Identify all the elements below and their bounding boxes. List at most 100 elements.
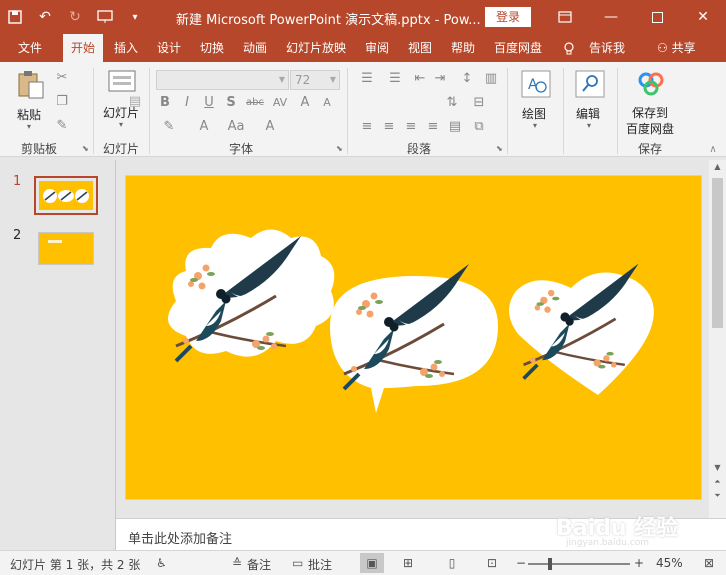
collapse-ribbon-icon[interactable]: ∧ — [706, 142, 720, 158]
bold-icon[interactable]: B — [158, 95, 172, 111]
tab-insert[interactable]: 插入 — [114, 34, 138, 62]
italic-icon[interactable]: I — [180, 95, 194, 111]
font-name-combo[interactable]: ▼ — [156, 70, 289, 90]
ribbon-display-options-icon[interactable] — [542, 0, 588, 34]
zoom-level[interactable]: 45% — [656, 556, 683, 570]
paste-dropdown-icon[interactable]: ▾ — [27, 122, 31, 131]
scroll-up-icon[interactable]: ▲ — [709, 162, 726, 171]
normal-view-icon[interactable]: ▣ — [360, 553, 384, 573]
font-launcher-icon[interactable]: ⬊ — [336, 144, 343, 153]
speech-bubble-shape-image[interactable] — [330, 262, 498, 413]
copy-icon[interactable]: ❐ — [54, 94, 70, 110]
text-direction-icon[interactable]: ⇅ — [443, 95, 461, 111]
tab-baidu-netdisk[interactable]: 百度网盘 — [494, 34, 542, 62]
editing-button[interactable]: 编辑 ▾ — [570, 70, 610, 134]
distributed-icon[interactable]: ▤ — [446, 119, 464, 135]
new-slide-icon — [108, 70, 136, 92]
tab-transitions[interactable]: 切换 — [200, 34, 224, 62]
drawing-button[interactable]: A 绘图 ▾ — [515, 70, 557, 134]
tab-animations[interactable]: 动画 — [243, 34, 267, 62]
minimize-icon[interactable]: — — [588, 0, 634, 34]
font-size-combo[interactable]: 72 ▼ — [290, 70, 340, 90]
align-center-icon[interactable]: ≡ — [380, 119, 398, 135]
save-to-baidu-button[interactable]: 保存到 百度网盘 — [622, 70, 680, 136]
window-title: 新建 Microsoft PowerPoint 演示文稿.pptx - Pow.… — [176, 13, 481, 28]
slide-thumbnail-2[interactable] — [38, 232, 94, 265]
format-painter-icon[interactable]: ✎ — [54, 118, 70, 134]
tab-file[interactable]: 文件 — [18, 34, 42, 62]
clear-formatting-icon[interactable]: A — [262, 119, 278, 135]
font-color-icon[interactable]: A — [194, 119, 214, 135]
clipboard-launcher-icon[interactable]: ⬊ — [82, 144, 89, 153]
justify-icon[interactable]: ≡ — [424, 119, 442, 135]
scroll-down-icon[interactable]: ▼ — [709, 463, 726, 472]
reading-view-icon[interactable]: ▯ — [440, 553, 464, 573]
redo-icon[interactable]: ↻ — [60, 0, 90, 34]
increase-indent-icon[interactable]: ⇥ — [432, 71, 448, 87]
smartart-icon[interactable]: ⧉ — [470, 119, 488, 135]
align-text-icon[interactable]: ⊟ — [470, 95, 488, 111]
editing-dropdown-icon[interactable]: ▾ — [587, 121, 591, 130]
comments-button[interactable]: 批注 — [308, 556, 332, 573]
tab-review[interactable]: 审阅 — [365, 34, 389, 62]
align-right-icon[interactable]: ≡ — [402, 119, 420, 135]
zoom-out-button[interactable]: − — [516, 556, 526, 570]
next-slide-icon[interactable]: ⏷ — [709, 491, 726, 501]
font-size-value: 72 — [295, 73, 311, 87]
bullets-icon[interactable]: ☰ — [358, 71, 376, 87]
underline-icon[interactable]: U — [202, 95, 216, 111]
current-slide[interactable] — [126, 176, 701, 499]
paragraph-launcher-icon[interactable]: ⬊ — [496, 144, 503, 153]
notes-icon[interactable]: ≙ — [232, 556, 242, 570]
tab-slideshow[interactable]: 幻灯片放映 — [286, 34, 346, 62]
save-icon[interactable] — [0, 0, 30, 34]
align-left-icon[interactable]: ≡ — [358, 119, 376, 135]
columns-icon[interactable]: ▥ — [484, 71, 498, 87]
decrease-indent-icon[interactable]: ⇤ — [412, 71, 428, 87]
vertical-scrollbar[interactable]: ▲ ▼ ⏶ ⏷ — [709, 160, 726, 518]
heart-shape-image[interactable] — [508, 261, 654, 395]
present-from-start-icon[interactable] — [90, 0, 120, 34]
tab-home[interactable]: 开始 — [63, 34, 104, 62]
comments-icon[interactable]: ▭ — [292, 556, 303, 570]
zoom-in-button[interactable]: + — [634, 556, 644, 570]
previous-slide-icon[interactable]: ⏶ — [709, 477, 726, 487]
zoom-slider[interactable] — [528, 563, 630, 565]
undo-icon[interactable]: ↶ — [30, 0, 60, 34]
drawing-dropdown-icon[interactable]: ▾ — [533, 121, 537, 130]
new-slide-dropdown-icon[interactable]: ▾ — [119, 120, 123, 129]
character-spacing-icon[interactable]: AV — [270, 95, 290, 111]
share-button[interactable]: ⚇ 共享 — [657, 34, 696, 62]
accessibility-icon[interactable]: ♿ — [156, 556, 167, 570]
slide-thumbnail-1[interactable] — [34, 176, 98, 215]
title-bar: ↶ ↻ ▾ 新建 Microsoft PowerPoint 演示文稿.pptx … — [0, 0, 726, 34]
cut-icon[interactable]: ✂ — [54, 70, 70, 86]
tab-view[interactable]: 视图 — [408, 34, 432, 62]
tab-help[interactable]: 帮助 — [451, 34, 475, 62]
increase-font-size-icon[interactable]: A — [296, 95, 314, 111]
notes-button[interactable]: 备注 — [247, 556, 271, 573]
decrease-font-size-icon[interactable]: A — [318, 95, 336, 111]
text-shadow-icon[interactable]: S — [224, 95, 238, 111]
login-button[interactable]: 登录 — [485, 7, 531, 27]
tell-me-search[interactable]: 告诉我 — [589, 34, 625, 62]
fit-to-window-icon[interactable]: ⊠ — [704, 556, 714, 570]
paste-button[interactable]: 粘贴 ▾ — [14, 70, 48, 134]
numbering-icon[interactable]: ☰ — [386, 71, 404, 87]
customize-qat-icon[interactable]: ▾ — [120, 0, 150, 34]
line-spacing-icon[interactable]: ↕ — [458, 71, 476, 87]
strikethrough-icon[interactable]: abc — [244, 95, 266, 111]
highlight-icon[interactable]: ✎ — [158, 119, 180, 135]
tab-design[interactable]: 设计 — [157, 34, 181, 62]
maximize-icon[interactable] — [634, 0, 680, 34]
group-separator — [93, 68, 94, 154]
slideshow-icon[interactable]: ⊡ — [480, 553, 504, 573]
cloud-shape-image[interactable] — [168, 229, 335, 363]
change-case-icon[interactable]: Aa — [224, 119, 248, 135]
zoom-slider-thumb[interactable] — [548, 558, 552, 570]
slide-sorter-icon[interactable]: ⊞ — [396, 553, 420, 573]
close-icon[interactable]: ✕ — [680, 0, 726, 34]
layout-icon[interactable]: ▤ — [127, 94, 143, 110]
scrollbar-thumb[interactable] — [712, 178, 723, 328]
group-label-slides: 幻灯片 — [103, 142, 140, 156]
